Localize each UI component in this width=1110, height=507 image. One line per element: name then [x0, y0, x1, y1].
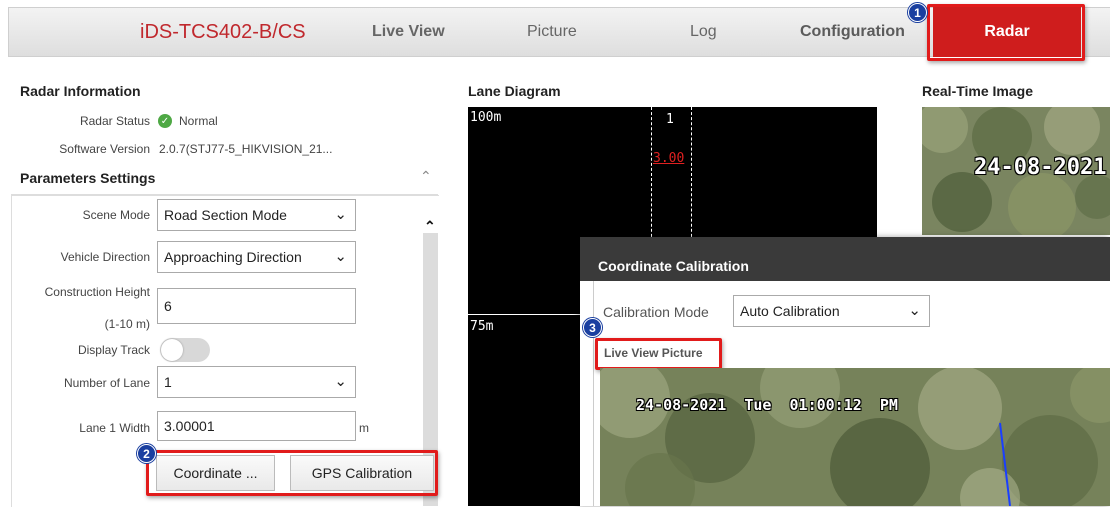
distance-75m: 75m — [470, 319, 494, 334]
calibration-mode-label: Calibration Mode — [603, 304, 709, 320]
calibration-foliage-background — [600, 368, 1110, 506]
scene-mode-label: Scene Mode — [82, 208, 150, 222]
toggle-knob — [161, 339, 183, 361]
vehicle-direction-select[interactable]: Approaching Direction ⌄ — [157, 241, 356, 273]
lane-width-label: Lane 1 Width — [79, 421, 150, 435]
display-track-label: Display Track — [77, 343, 150, 357]
highlight-radar-tab — [927, 4, 1085, 61]
real-time-image: 24-08-2021 — [922, 107, 1110, 235]
software-version-value: 2.0.7(STJ77-5_HIKVISION_21... — [159, 142, 333, 156]
highlight-calibration-buttons — [146, 450, 438, 496]
construction-height-label: Construction Height — [44, 285, 150, 299]
nav-configuration[interactable]: Configuration — [800, 23, 905, 41]
nav-log[interactable]: Log — [690, 23, 717, 41]
lane-width-unit: m — [359, 421, 369, 435]
status-ok-icon: ✓ — [158, 114, 172, 128]
scroll-up-icon[interactable]: ⌃ — [424, 218, 436, 235]
nav-picture[interactable]: Picture — [527, 23, 577, 41]
step-badge-2: 2 — [137, 444, 156, 463]
lane-line-right — [691, 107, 692, 247]
real-time-image-title: Real-Time Image — [922, 83, 1034, 99]
lane-line-left — [651, 107, 652, 247]
collapse-chevron-icon[interactable]: ⌃ — [420, 168, 432, 185]
lane-width-label-red: 3.00 — [653, 151, 685, 166]
calibration-mode-value: Auto Calibration — [740, 303, 840, 319]
vehicle-direction-label: Vehicle Direction — [60, 250, 150, 264]
lane-width-input[interactable]: 3.00001 — [157, 411, 356, 441]
nav-live-view[interactable]: Live View — [372, 23, 445, 41]
calibration-mode-select[interactable]: Auto Calibration ⌄ — [733, 295, 930, 327]
scene-mode-value: Road Section Mode — [164, 207, 287, 223]
step-badge-3: 3 — [583, 318, 602, 337]
dialog-title: Coordinate Calibration — [598, 258, 749, 274]
distance-line — [468, 314, 583, 315]
number-of-lane-value: 1 — [164, 374, 172, 390]
live-view-osd: 24-08-2021 Tue 01:00:12 PM — [636, 396, 898, 414]
chevron-down-icon: ⌄ — [334, 248, 347, 266]
scene-mode-select[interactable]: Road Section Mode ⌄ — [157, 199, 356, 231]
software-version-label: Software Version — [59, 142, 150, 156]
chevron-down-icon: ⌄ — [908, 302, 921, 320]
display-track-toggle[interactable] — [160, 338, 210, 362]
vehicle-direction-value: Approaching Direction — [164, 249, 302, 265]
distance-100m: 100m — [470, 110, 502, 125]
real-time-osd: 24-08-2021 — [974, 155, 1107, 180]
radar-information-title: Radar Information — [20, 83, 141, 99]
chevron-down-icon: ⌄ — [334, 373, 347, 391]
dialog-header: Coordinate Calibration — [580, 237, 1110, 281]
step-badge-1: 1 — [908, 3, 927, 22]
device-model: iDS-TCS402-B/CS — [140, 21, 306, 43]
parameters-settings-title: Parameters Settings — [20, 170, 156, 186]
number-of-lane-label: Number of Lane — [63, 376, 150, 390]
radar-status-value: Normal — [179, 114, 218, 128]
lane-number: 1 — [666, 112, 674, 127]
radar-status-label: Radar Status — [79, 114, 150, 128]
lane-diagram-title: Lane Diagram — [468, 83, 561, 99]
number-of-lane-select[interactable]: 1 ⌄ — [157, 366, 356, 398]
highlight-live-view-picture — [595, 338, 722, 370]
construction-height-range: (1-10 m) — [104, 317, 150, 331]
live-view-picture[interactable]: 24-08-2021 Tue 01:00:12 PM — [600, 368, 1110, 506]
chevron-down-icon: ⌄ — [334, 206, 347, 224]
construction-height-input[interactable]: 6 — [157, 288, 356, 324]
